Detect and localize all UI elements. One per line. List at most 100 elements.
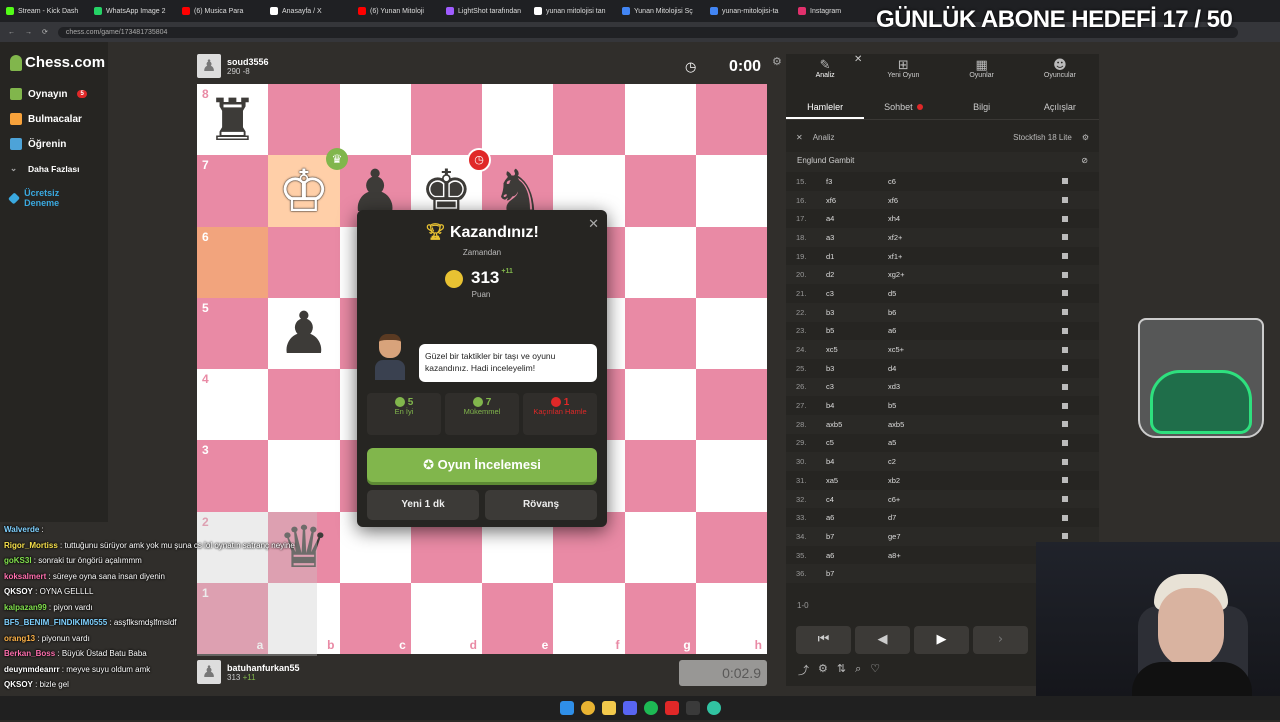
move-notation[interactable]: xd3 xyxy=(882,382,1002,391)
chat-username[interactable]: Rigor_Mortiss xyxy=(4,541,58,550)
board-square[interactable] xyxy=(695,226,767,298)
browser-tab[interactable]: Instagram xyxy=(792,0,880,22)
move-notation[interactable]: xf1+ xyxy=(882,252,1002,261)
move-notation[interactable]: c6+ xyxy=(882,495,1002,504)
move-notation[interactable]: b5 xyxy=(882,401,1002,410)
tab-games[interactable]: ▦ Oyunlar xyxy=(943,54,1021,92)
black-rook-piece[interactable]: ♜ xyxy=(207,91,259,149)
move-notation[interactable]: d2 xyxy=(820,270,882,279)
engine-settings-icon[interactable]: ⚙ xyxy=(1082,133,1089,142)
move-notation[interactable]: c4 xyxy=(820,495,882,504)
move-notation[interactable]: a6 xyxy=(820,513,882,522)
rematch-button[interactable]: Rövanş xyxy=(485,490,597,520)
board-square[interactable] xyxy=(624,297,696,369)
move-notation[interactable]: d1 xyxy=(820,252,882,261)
move-notation[interactable]: c3 xyxy=(820,289,882,298)
board-square[interactable]: d xyxy=(410,582,482,654)
tab-new-game[interactable]: ⊞ Yeni Oyun xyxy=(864,54,942,92)
avatar[interactable]: ♟ xyxy=(197,54,221,78)
board-square[interactable]: 4 xyxy=(197,369,269,441)
board-square[interactable]: f xyxy=(553,582,625,654)
heart-icon[interactable]: ♡ xyxy=(870,662,880,678)
subtab-moves[interactable]: Hamleler xyxy=(786,94,865,119)
move-notation[interactable]: ge7 xyxy=(882,532,1002,541)
board-square[interactable]: 7 xyxy=(197,155,269,227)
move-notation[interactable]: xf6 xyxy=(820,196,882,205)
board-square[interactable]: 6 xyxy=(197,226,269,298)
discord-icon[interactable] xyxy=(622,701,637,715)
board-square[interactable] xyxy=(695,297,767,369)
search-icon[interactable]: ⌕ xyxy=(855,662,861,678)
chat-username[interactable]: QKSOY xyxy=(4,680,33,689)
windows-start-icon[interactable] xyxy=(559,701,574,715)
chat-username[interactable]: Berkan_Boss xyxy=(4,649,55,658)
chat-username[interactable]: koksalmert xyxy=(4,572,46,581)
stat-excellent[interactable]: 7 Mükemmel xyxy=(445,393,519,435)
explorer-icon[interactable] xyxy=(601,701,616,715)
board-square[interactable] xyxy=(624,84,696,156)
browser-tab[interactable]: Yunan Mitolojisi Sç xyxy=(616,0,704,22)
move-notation[interactable]: xb2 xyxy=(882,476,1002,485)
stat-best[interactable]: 5 En İyi xyxy=(367,393,441,435)
board-square[interactable] xyxy=(410,84,482,156)
game-review-button[interactable]: ✪ Oyun İncelemesi xyxy=(367,448,597,482)
flip-board-icon[interactable]: ⇅ xyxy=(837,662,846,678)
move-notation[interactable]: d5 xyxy=(882,289,1002,298)
white-king-piece[interactable]: ♔ xyxy=(278,162,330,220)
move-notation[interactable]: xc5 xyxy=(820,345,882,354)
move-notation[interactable]: c5 xyxy=(820,438,882,447)
reload-icon[interactable]: ⟳ xyxy=(42,28,48,36)
close-icon[interactable]: ✕ xyxy=(588,216,599,232)
move-notation[interactable]: b6 xyxy=(882,308,1002,317)
move-notation[interactable]: f3 xyxy=(820,177,882,186)
board-square[interactable]: e xyxy=(482,582,554,654)
obs-icon[interactable] xyxy=(685,701,700,715)
board-square[interactable] xyxy=(268,440,340,512)
move-notation[interactable]: axb5 xyxy=(882,420,1002,429)
board-square[interactable] xyxy=(624,511,696,583)
chat-username[interactable]: Walverde xyxy=(4,525,39,534)
move-notation[interactable]: a3 xyxy=(820,233,882,242)
move-notation[interactable]: c2 xyxy=(882,457,1002,466)
move-notation[interactable]: b7 xyxy=(820,569,882,578)
chat-username[interactable]: deuynmdeanrr xyxy=(4,665,60,674)
board-square[interactable]: ♟ xyxy=(268,297,340,369)
move-notation[interactable]: d4 xyxy=(882,364,1002,373)
browser-tab[interactable]: Anasayfa / X xyxy=(264,0,352,22)
move-notation[interactable]: a8+ xyxy=(882,551,1002,560)
move-notation[interactable]: d7 xyxy=(882,513,1002,522)
close-panel-icon[interactable]: ✕ xyxy=(854,54,862,65)
move-list[interactable]: 15. f3 c6 16. xf6 xf6 17. a4 xh4 18. a3 xf2+ 19. d1 xf… xyxy=(786,172,1099,594)
move-notation[interactable]: xf2+ xyxy=(882,233,1002,242)
board-square[interactable] xyxy=(695,511,767,583)
chrome-icon[interactable] xyxy=(580,701,595,715)
prev-move-button[interactable]: ◀ xyxy=(855,626,910,654)
browser-tab[interactable]: Stream - Kick Dash xyxy=(0,0,88,22)
move-notation[interactable]: a4 xyxy=(820,214,882,223)
browser-tab[interactable]: (6) Musica Para xyxy=(176,0,264,22)
settings-gear-icon[interactable]: ⚙ xyxy=(772,55,782,68)
streamlabs-icon[interactable] xyxy=(706,701,721,715)
tab-players[interactable]: ☻ Oyuncular xyxy=(1021,54,1099,92)
browser-tab[interactable]: (6) Yunan Mitoloji xyxy=(352,0,440,22)
move-notation[interactable]: a6 xyxy=(820,551,882,560)
board-square[interactable] xyxy=(268,226,340,298)
move-notation[interactable]: xh4 xyxy=(882,214,1002,223)
chat-username[interactable]: BF5_BENIM_FINDIKIM0555 xyxy=(4,618,107,627)
board-square[interactable] xyxy=(624,155,696,227)
move-notation[interactable]: c3 xyxy=(820,382,882,391)
board-square[interactable] xyxy=(553,84,625,156)
move-notation[interactable]: a6 xyxy=(882,326,1002,335)
board-square[interactable] xyxy=(624,369,696,441)
black-pawn-piece[interactable]: ♟ xyxy=(278,304,330,362)
move-notation[interactable]: b3 xyxy=(820,308,882,317)
first-move-button[interactable]: ⏮ xyxy=(796,626,851,654)
chat-username[interactable]: QKSOY xyxy=(4,587,33,596)
book-icon[interactable]: ⊘ xyxy=(1081,156,1088,165)
close-analysis-icon[interactable]: ✕ xyxy=(796,133,803,142)
board-square[interactable]: g xyxy=(624,582,696,654)
board-square[interactable] xyxy=(339,84,411,156)
chesscom-logo[interactable]: Chess.com xyxy=(10,54,105,71)
last-move-button[interactable]: › xyxy=(973,626,1028,654)
board-square[interactable] xyxy=(695,440,767,512)
